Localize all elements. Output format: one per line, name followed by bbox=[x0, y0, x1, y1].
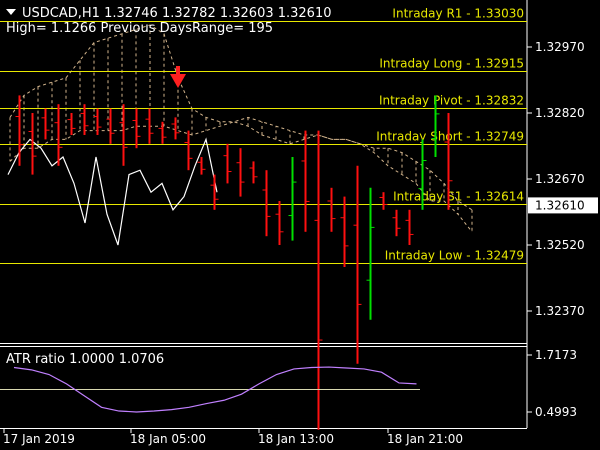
trading-chart[interactable]: Intraday R1 - 1.33030 Intraday Long - 1.3… bbox=[0, 0, 600, 450]
price-tick-label: 1.32820 bbox=[535, 106, 585, 120]
level-label: Intraday Short - 1.32749 bbox=[376, 130, 524, 144]
time-tick-label: 18 Jan 21:00 bbox=[387, 432, 463, 446]
time-tick-label: 18 Jan 13:00 bbox=[258, 432, 334, 446]
current-price-label: 1.32610 bbox=[535, 198, 585, 212]
level-label: Intraday Low - 1.32479 bbox=[385, 249, 524, 263]
level-label: Intraday S1 - 1.32614 bbox=[393, 190, 524, 204]
atr-tick-label: 1.7173 bbox=[535, 348, 577, 362]
atr-label: ATR ratio 1.0000 1.0706 bbox=[6, 352, 164, 367]
level-label: Intraday R1 - 1.33030 bbox=[392, 7, 524, 21]
price-tick-label: 1.32670 bbox=[535, 172, 585, 186]
price-tick-label: 1.32370 bbox=[535, 304, 585, 318]
atr-tick-label: 0.4993 bbox=[535, 405, 577, 419]
time-tick-label: 17 Jan 2019 bbox=[3, 432, 75, 446]
time-tick-label: 18 Jan 05:00 bbox=[130, 432, 206, 446]
price-tick-label: 1.32970 bbox=[535, 40, 585, 54]
symbol-header: USDCAD,H1 1.32746 1.32782 1.32603 1.3261… bbox=[22, 6, 332, 21]
range-header: High= 1.1266 Previous DaysRange= 195 bbox=[6, 21, 273, 36]
level-label: Intraday Long - 1.32915 bbox=[379, 57, 524, 71]
price-tick-label: 1.32520 bbox=[535, 238, 585, 252]
level-label: Intraday Pivot - 1.32832 bbox=[379, 94, 524, 108]
